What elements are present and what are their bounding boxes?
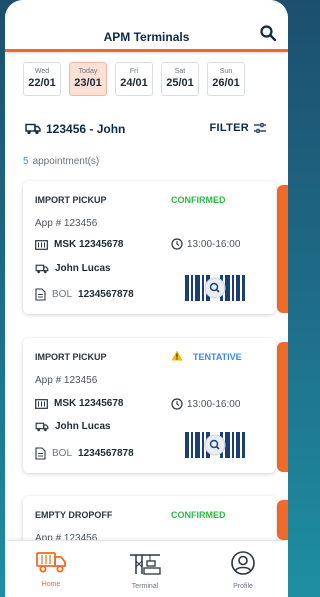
document-icon (35, 447, 46, 460)
container-number: MSK 12345678 (54, 239, 124, 250)
card-side-tab[interactable] (277, 342, 288, 472)
nav-terminal-label: Terminal (131, 583, 159, 590)
barcode-button[interactable] (185, 275, 245, 301)
bol-number: 1234567878 (78, 448, 134, 459)
appointment-card[interactable]: IMPORT PICKUP CONFIRMED App # 123456 MSK… (23, 181, 276, 314)
appointment-type: IMPORT PICKUP (35, 195, 107, 205)
card-side-tab[interactable] (277, 185, 288, 313)
time-window: 13:00-16:00 (171, 398, 240, 410)
search-icon[interactable] (260, 25, 276, 41)
time-window-text: 13:00-16:00 (187, 238, 241, 250)
date-weekday: Wed (34, 68, 50, 75)
truck-icon (35, 422, 49, 431)
barcode-icon (185, 432, 245, 458)
bol-row: BOL 1234567878 (35, 288, 134, 301)
document-icon (35, 288, 46, 301)
appointment-number: App # 123456 (35, 375, 98, 386)
container-icon (35, 239, 48, 250)
date-tab[interactable]: Sat 25/01 (161, 62, 199, 96)
date-day-month: 26/01 (212, 77, 240, 89)
container-row: MSK 12345678 (35, 398, 124, 409)
date-day-month: 25/01 (166, 77, 194, 89)
filter-label: FILTER (209, 122, 249, 134)
nav-profile-label: Profile (233, 583, 253, 590)
date-selector: Wed 22/01 Today 23/01 Fri 24/01 Sat 25/0… (23, 62, 245, 96)
barcode-button[interactable] (185, 432, 245, 458)
date-day-month: 23/01 (74, 77, 102, 89)
truck-icon (35, 264, 49, 273)
date-tab[interactable]: Sun 26/01 (207, 62, 245, 96)
truck-selector[interactable]: 123456 - John (25, 122, 125, 136)
date-weekday: Fri (129, 68, 139, 75)
time-window-text: 13:00-16:00 (187, 398, 241, 410)
bol-number: 1234567878 (78, 289, 134, 300)
user-icon (231, 551, 255, 575)
crane-icon (130, 554, 161, 575)
app-header: APM Terminals (5, 0, 288, 52)
container-icon (35, 398, 48, 409)
date-tab-selected[interactable]: Today 23/01 (69, 62, 107, 96)
date-tab[interactable]: Wed 22/01 (23, 62, 61, 96)
container-number: MSK 12345678 (54, 398, 124, 409)
bol-prefix: BOL (52, 448, 73, 459)
status-badge: TENTATIVE (193, 352, 242, 362)
bottom-navigation: Home Terminal Profile (5, 540, 288, 597)
appointment-count-label: appointment(s) (32, 156, 100, 167)
warning-icon (171, 350, 183, 361)
appointment-count: 5 appointment(s) (23, 156, 99, 167)
driver-name: John Lucas (55, 421, 111, 432)
date-tab[interactable]: Fri 24/01 (115, 62, 153, 96)
appointment-number: App # 123456 (35, 218, 98, 229)
filter-button[interactable]: FILTER (210, 122, 266, 134)
appointment-card[interactable]: IMPORT PICKUP TENTATIVE App # 123456 MSK… (23, 338, 276, 473)
nav-home-label: Home (41, 581, 61, 588)
appointment-type: IMPORT PICKUP (35, 352, 107, 362)
appointment-count-number: 5 (23, 156, 29, 167)
page-title: APM Terminals (103, 30, 190, 44)
truck-label: 123456 - John (46, 122, 126, 136)
nav-terminal[interactable]: Terminal (115, 551, 175, 590)
clock-icon (171, 238, 183, 250)
truck-icon (25, 123, 41, 135)
truck-icon (36, 552, 66, 573)
date-day-month: 22/01 (28, 77, 56, 89)
date-day-month: 24/01 (120, 77, 148, 89)
bol-row: BOL 1234567878 (35, 447, 134, 460)
app-screen: APM Terminals Wed 22/01 Today 23/01 Fri … (5, 0, 288, 597)
driver-row: John Lucas (35, 421, 111, 432)
nav-home[interactable]: Home (21, 551, 81, 588)
appointment-type: EMPTY DROPOFF (35, 510, 113, 520)
card-side-tab[interactable] (277, 500, 288, 540)
status-badge: CONFIRMED (171, 195, 226, 205)
bol-prefix: BOL (52, 289, 73, 300)
driver-row: John Lucas (35, 263, 111, 274)
status-badge: CONFIRMED (171, 510, 226, 520)
sliders-icon (254, 123, 266, 133)
nav-profile[interactable]: Profile (213, 551, 273, 590)
driver-name: John Lucas (55, 263, 111, 274)
date-weekday: Sun (219, 68, 233, 75)
date-weekday: Sat (174, 68, 186, 75)
barcode-icon (185, 275, 245, 301)
container-row: MSK 12345678 (35, 239, 124, 250)
time-window: 13:00-16:00 (171, 238, 240, 250)
date-weekday: Today (78, 68, 98, 75)
clock-icon (171, 398, 183, 410)
